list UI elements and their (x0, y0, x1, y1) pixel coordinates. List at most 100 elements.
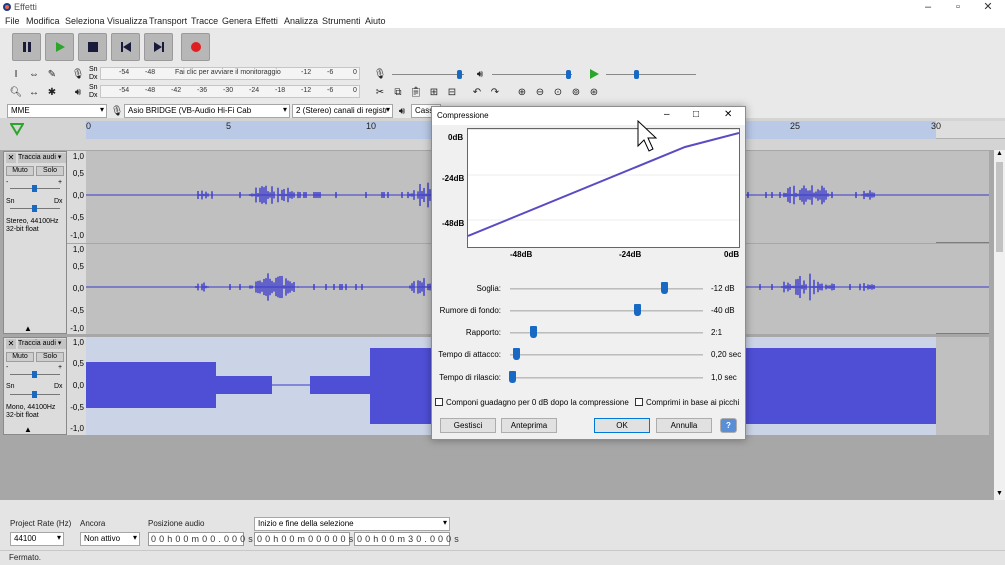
play-at-speed-icon[interactable] (588, 68, 600, 80)
checkbox-box[interactable] (435, 398, 443, 406)
param-slider-thumb[interactable] (530, 326, 537, 338)
snap-select[interactable]: Non attivo ▾ (80, 532, 140, 546)
dialog-close-button[interactable]: ✕ (724, 109, 732, 120)
stop-button[interactable] (78, 33, 107, 61)
gain-slider-thumb[interactable] (32, 371, 37, 378)
pan-slider-thumb[interactable] (32, 205, 37, 212)
play-speed-slider[interactable] (606, 74, 696, 75)
pan-slider-thumb[interactable] (32, 391, 37, 398)
param-slider-thumb[interactable] (513, 348, 520, 360)
minimize-button[interactable]: – (913, 0, 943, 15)
pause-button[interactable] (12, 33, 41, 61)
dialog-minimize-button[interactable]: – (664, 109, 670, 120)
trim-icon[interactable]: ⊞ (427, 85, 441, 99)
timeshift-tool-icon[interactable]: ↔ (27, 85, 41, 99)
gain-slider-thumb[interactable] (32, 185, 37, 192)
redo-icon[interactable]: ↷ (488, 85, 502, 99)
close-button[interactable]: ✕ (973, 0, 1003, 15)
selection-tool-icon[interactable]: I (9, 67, 23, 81)
menu-view[interactable]: Visualizza (107, 16, 147, 26)
maximize-button[interactable]: ▫ (943, 0, 973, 15)
solo-button[interactable]: Solo (36, 352, 64, 362)
vertical-scroll-thumb[interactable] (996, 162, 1003, 252)
output-volume-thumb[interactable] (566, 70, 571, 79)
silence-icon[interactable]: ⊟ (445, 85, 459, 99)
undo-icon[interactable]: ↶ (470, 85, 484, 99)
zoom-tool-icon[interactable]: 🔍︎ (9, 85, 23, 99)
paste-icon[interactable]: 📋︎ (409, 85, 423, 99)
microphone-icon[interactable]: 🎙︎ (71, 67, 85, 81)
param-slider-thumb[interactable] (661, 282, 668, 294)
record-button[interactable] (181, 33, 210, 61)
param-slider[interactable] (510, 332, 703, 334)
collapse-track-icon[interactable]: ▲ (24, 425, 32, 434)
menu-select[interactable]: Seleziona (65, 16, 105, 26)
menu-tools[interactable]: Strumenti (322, 16, 361, 26)
draw-tool-icon[interactable]: ✎ (45, 67, 59, 81)
skip-end-button[interactable] (144, 33, 173, 61)
cut-icon[interactable]: ✂ (373, 85, 387, 99)
envelope-tool-icon[interactable]: ⇔ (27, 67, 41, 81)
audio-position-field[interactable]: 0 0 h 0 0 m 0 0 . 0 0 0 s (148, 532, 253, 546)
preview-button[interactable]: Anteprima (501, 418, 557, 433)
timeline-options-icon[interactable] (10, 122, 24, 136)
selection-end-field[interactable]: 0 0 h 0 0 m 3 0 . 0 0 0 s (354, 532, 459, 546)
track-name-menu[interactable]: Traccia audi ▾ (18, 339, 66, 349)
play-button[interactable] (45, 33, 74, 61)
selection-start-field[interactable]: 0 0 h 0 0 m 0 0 0 0 0 s (254, 532, 353, 546)
play-icon (55, 42, 65, 52)
menu-help[interactable]: Aiuto (365, 16, 386, 26)
input-volume-slider[interactable] (392, 74, 464, 75)
mute-button[interactable]: Muto (6, 166, 34, 176)
makeup-gain-checkbox[interactable]: Componi guadagno per 0 dB dopo la compre… (435, 398, 629, 407)
audio-host-select[interactable]: MME ▾ (7, 104, 107, 118)
solo-button[interactable]: Solo (36, 166, 64, 176)
speaker-icon[interactable]: 🔊︎ (71, 85, 85, 99)
mute-button[interactable]: Muto (6, 352, 34, 362)
zoom-toggle-icon[interactable]: ⊛ (587, 85, 601, 99)
collapse-track-icon[interactable]: ▲ (24, 324, 32, 333)
param-slider-thumb[interactable] (634, 304, 641, 316)
skip-start-button[interactable] (111, 33, 140, 61)
track-close-button[interactable]: ✕ (6, 339, 16, 349)
menu-analyze[interactable]: Analizza (284, 16, 318, 26)
dialog-maximize-button[interactable]: □ (693, 109, 699, 120)
play-speed-thumb[interactable] (634, 70, 639, 79)
compress-peaks-checkbox[interactable]: Comprimi in base ai picchi (635, 398, 739, 407)
param-slider[interactable] (510, 354, 703, 356)
menu-file[interactable]: File (5, 16, 20, 26)
menu-tracks[interactable]: Tracce (191, 16, 218, 26)
menu-generate[interactable]: Genera (222, 16, 252, 26)
recording-meter[interactable]: -54 -48 Fai clic per avviare il monitora… (100, 67, 360, 80)
menu-effects[interactable]: Effetti (255, 16, 278, 26)
fit-selection-icon[interactable]: ⊙ (551, 85, 565, 99)
scroll-up-icon[interactable]: ▲ (994, 150, 1005, 158)
vertical-scrollbar[interactable]: ▲ ▼ (994, 150, 1005, 500)
param-slider-thumb[interactable] (509, 371, 516, 383)
input-volume-thumb[interactable] (457, 70, 462, 79)
zoom-in-icon[interactable]: ⊕ (515, 85, 529, 99)
cancel-button[interactable]: Annulla (656, 418, 712, 433)
selection-mode-select[interactable]: Inizio e fine della selezione ▾ (254, 517, 450, 531)
param-slider[interactable] (510, 288, 703, 290)
manage-button[interactable]: Gestisci (440, 418, 496, 433)
menu-transport[interactable]: Transport (149, 16, 187, 26)
input-device-select[interactable]: Asio BRIDGE (VB-Audio Hi-Fi Cab ▾ (124, 104, 290, 118)
param-slider[interactable] (510, 377, 703, 379)
ok-button[interactable]: OK (594, 418, 650, 433)
track-close-button[interactable]: ✕ (6, 153, 16, 163)
copy-icon[interactable]: ⧉ (391, 85, 405, 99)
output-volume-slider[interactable] (492, 74, 572, 75)
track-name-menu[interactable]: Traccia audi ▾ (18, 153, 66, 163)
param-slider[interactable] (510, 310, 703, 312)
fit-project-icon[interactable]: ⊚ (569, 85, 583, 99)
multi-tool-icon[interactable]: ✱ (45, 85, 59, 99)
input-channels-select[interactable]: 2 (Stereo) canali di registr ▾ (292, 104, 393, 118)
checkbox-box[interactable] (635, 398, 643, 406)
menu-edit[interactable]: Modifica (26, 16, 60, 26)
scroll-down-icon[interactable]: ▼ (994, 490, 1005, 498)
project-rate-select[interactable]: 44100 ▾ (10, 532, 64, 546)
zoom-out-icon[interactable]: ⊖ (533, 85, 547, 99)
help-button[interactable]: ? (720, 418, 737, 433)
playback-meter[interactable]: -54 -48 -42 -36 -30 -24 -18 -12 -6 0 (100, 85, 360, 98)
